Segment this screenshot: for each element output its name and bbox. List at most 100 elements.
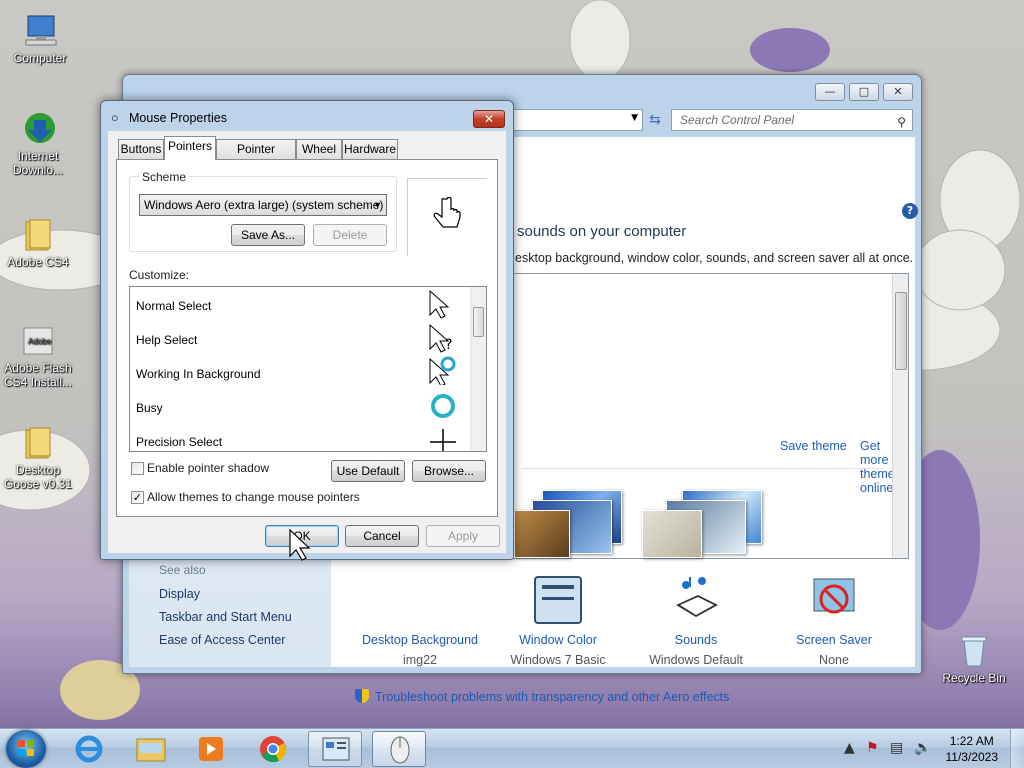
search-input[interactable]: Search Control Panel ⚲ bbox=[671, 109, 913, 131]
uac-shield-icon bbox=[355, 689, 369, 703]
apply-button[interactable]: Apply bbox=[426, 525, 500, 547]
start-button[interactable] bbox=[6, 730, 46, 768]
theme-thumbnail[interactable] bbox=[514, 486, 624, 558]
enable-pointer-shadow-checkbox[interactable] bbox=[131, 462, 144, 475]
item-title: Window Color bbox=[519, 633, 597, 647]
desktop-background-icon bbox=[396, 575, 444, 625]
delete-button[interactable]: Delete bbox=[313, 224, 387, 246]
desktop-icon-flash-installer[interactable]: Adobe Adobe Flash CS4 Install... bbox=[0, 322, 76, 389]
desktop-icon-computer[interactable]: Computer bbox=[2, 12, 78, 65]
tab-buttons[interactable]: Buttons bbox=[118, 139, 164, 159]
computer-icon bbox=[22, 12, 58, 48]
minimize-button[interactable]: — bbox=[815, 83, 845, 101]
troubleshoot-label: Troubleshoot problems with transparency … bbox=[375, 690, 730, 704]
action-center-icon[interactable]: ⚑ bbox=[866, 740, 879, 756]
save-as-button[interactable]: Save As... bbox=[231, 224, 305, 246]
clock[interactable]: 1:22 AM 11/3/2023 bbox=[946, 733, 999, 765]
dialog-title: Mouse Properties bbox=[129, 111, 227, 125]
mouse-icon: ○ bbox=[111, 111, 119, 125]
close-button[interactable]: ✕ bbox=[473, 110, 505, 128]
save-theme-link[interactable]: Save theme bbox=[780, 439, 847, 453]
desktop-icon-label: Desktop Goose v0.31 bbox=[3, 463, 73, 491]
mouse-properties-dialog: ○ Mouse Properties ✕ Buttons Pointers Poi… bbox=[100, 100, 514, 560]
troubleshoot-link[interactable]: Troubleshoot problems with transparency … bbox=[355, 689, 729, 704]
sounds-item[interactable]: Sounds Windows Default bbox=[621, 575, 771, 667]
mouse-icon bbox=[390, 736, 410, 764]
desktop-icon-adobe-cs4[interactable]: Adobe CS4 bbox=[0, 216, 76, 269]
close-button[interactable]: ✕ bbox=[883, 83, 913, 101]
tab-pointers[interactable]: Pointers bbox=[164, 136, 216, 160]
network-icon[interactable]: ▤ bbox=[890, 740, 903, 756]
taskbar-mouse-properties[interactable] bbox=[372, 731, 426, 767]
cursor-list-scrollbar[interactable] bbox=[470, 287, 486, 451]
divider bbox=[522, 468, 884, 469]
svg-text:?: ? bbox=[445, 337, 452, 353]
search-icon[interactable]: ⚲ bbox=[897, 112, 906, 132]
desktop-icon-recycle-bin[interactable]: Recycle Bin bbox=[936, 632, 1012, 685]
idm-icon bbox=[20, 110, 56, 146]
allow-themes-label: Allow themes to change mouse pointers bbox=[147, 490, 360, 504]
item-value: Windows Default bbox=[649, 653, 743, 667]
help-cursor-icon: ? bbox=[429, 323, 452, 353]
desktop-icon-label: Adobe Flash CS4 Install... bbox=[3, 361, 73, 389]
maximize-button[interactable]: □ bbox=[849, 83, 879, 101]
desktop-icon-label: Computer bbox=[13, 51, 67, 65]
working-cursor-icon bbox=[429, 356, 456, 385]
cursor-row-working-background[interactable]: Working In Background bbox=[136, 367, 261, 381]
screen-saver-item[interactable]: Screen Saver None bbox=[759, 575, 909, 667]
cursor-row-busy[interactable]: Busy bbox=[136, 401, 163, 415]
browse-button[interactable]: Browse... bbox=[412, 460, 486, 482]
item-title: Sounds bbox=[674, 633, 718, 647]
recycle-bin-icon bbox=[956, 632, 992, 668]
folder-icon bbox=[20, 216, 56, 252]
address-bar[interactable]: ▼ bbox=[503, 109, 643, 131]
customize-label: Customize: bbox=[129, 268, 190, 282]
taskbar-media-player[interactable] bbox=[184, 731, 238, 767]
sounds-icon bbox=[672, 575, 720, 625]
use-default-button[interactable]: Use Default bbox=[331, 460, 405, 482]
link-taskbar-start-menu[interactable]: Taskbar and Start Menu bbox=[159, 610, 292, 624]
page-description: esktop background, window color, sounds,… bbox=[515, 251, 914, 265]
clock-time: 1:22 AM bbox=[949, 734, 994, 748]
themes-scrollbar[interactable] bbox=[892, 274, 908, 558]
scheme-value: Windows Aero (extra large) (system schem… bbox=[144, 198, 384, 212]
theme-thumbnail[interactable] bbox=[642, 486, 762, 558]
cancel-button[interactable]: Cancel bbox=[345, 525, 419, 547]
allow-themes-checkbox[interactable]: ✓ bbox=[131, 491, 144, 504]
crosshair-cursor-icon bbox=[430, 429, 456, 451]
item-title: Desktop Background bbox=[361, 633, 479, 647]
show-hidden-icons-button[interactable]: ▲ bbox=[844, 740, 855, 756]
refresh-icon[interactable]: ⇆ bbox=[645, 109, 665, 131]
taskbar-chrome[interactable] bbox=[246, 731, 300, 767]
cursor-row-help-select[interactable]: Help Select bbox=[136, 333, 197, 347]
ok-button[interactable]: OK bbox=[265, 525, 339, 547]
tab-wheel[interactable]: Wheel bbox=[296, 139, 342, 159]
volume-icon[interactable]: 🔈 bbox=[914, 740, 931, 756]
window-color-item[interactable]: Window Color Windows 7 Basic bbox=[483, 575, 633, 667]
link-ease-of-access[interactable]: Ease of Access Center bbox=[159, 633, 285, 647]
help-icon[interactable]: ? bbox=[902, 203, 918, 219]
cursor-list[interactable]: Normal Select Help Select ? Working In B… bbox=[129, 286, 487, 452]
taskbar-internet-explorer[interactable] bbox=[62, 731, 116, 767]
adobe-package-icon: Adobe bbox=[20, 322, 56, 358]
show-desktop-button[interactable] bbox=[1010, 729, 1024, 768]
cursor-row-precision-select[interactable]: Precision Select bbox=[136, 435, 222, 449]
folder-icon bbox=[20, 424, 56, 460]
hand-cursor-icon bbox=[433, 196, 461, 228]
scheme-dropdown[interactable]: Windows Aero (extra large) (system schem… bbox=[139, 194, 387, 216]
taskbar-control-panel[interactable] bbox=[308, 731, 362, 767]
desktop-background-item[interactable]: Desktop Background img22 bbox=[345, 575, 495, 667]
item-value: Windows 7 Basic bbox=[510, 653, 606, 667]
desktop-icon-internet-download[interactable]: Internet Downlo... bbox=[0, 110, 76, 177]
desktop-icon-label: Adobe CS4 bbox=[7, 255, 69, 269]
taskbar-file-explorer[interactable] bbox=[124, 731, 178, 767]
tab-pointer-options[interactable]: Pointer Options bbox=[216, 139, 296, 174]
tab-hardware[interactable]: Hardware bbox=[342, 139, 398, 159]
cursor-row-normal-select[interactable]: Normal Select bbox=[136, 299, 211, 313]
dropdown-arrow-icon: ▼ bbox=[373, 200, 382, 210]
see-also-label: See also bbox=[159, 563, 206, 577]
link-display[interactable]: Display bbox=[159, 587, 200, 601]
desktop-icon-desktop-goose[interactable]: Desktop Goose v0.31 bbox=[0, 424, 76, 491]
item-value: img22 bbox=[402, 653, 438, 667]
enable-pointer-shadow-label: Enable pointer shadow bbox=[147, 461, 270, 475]
